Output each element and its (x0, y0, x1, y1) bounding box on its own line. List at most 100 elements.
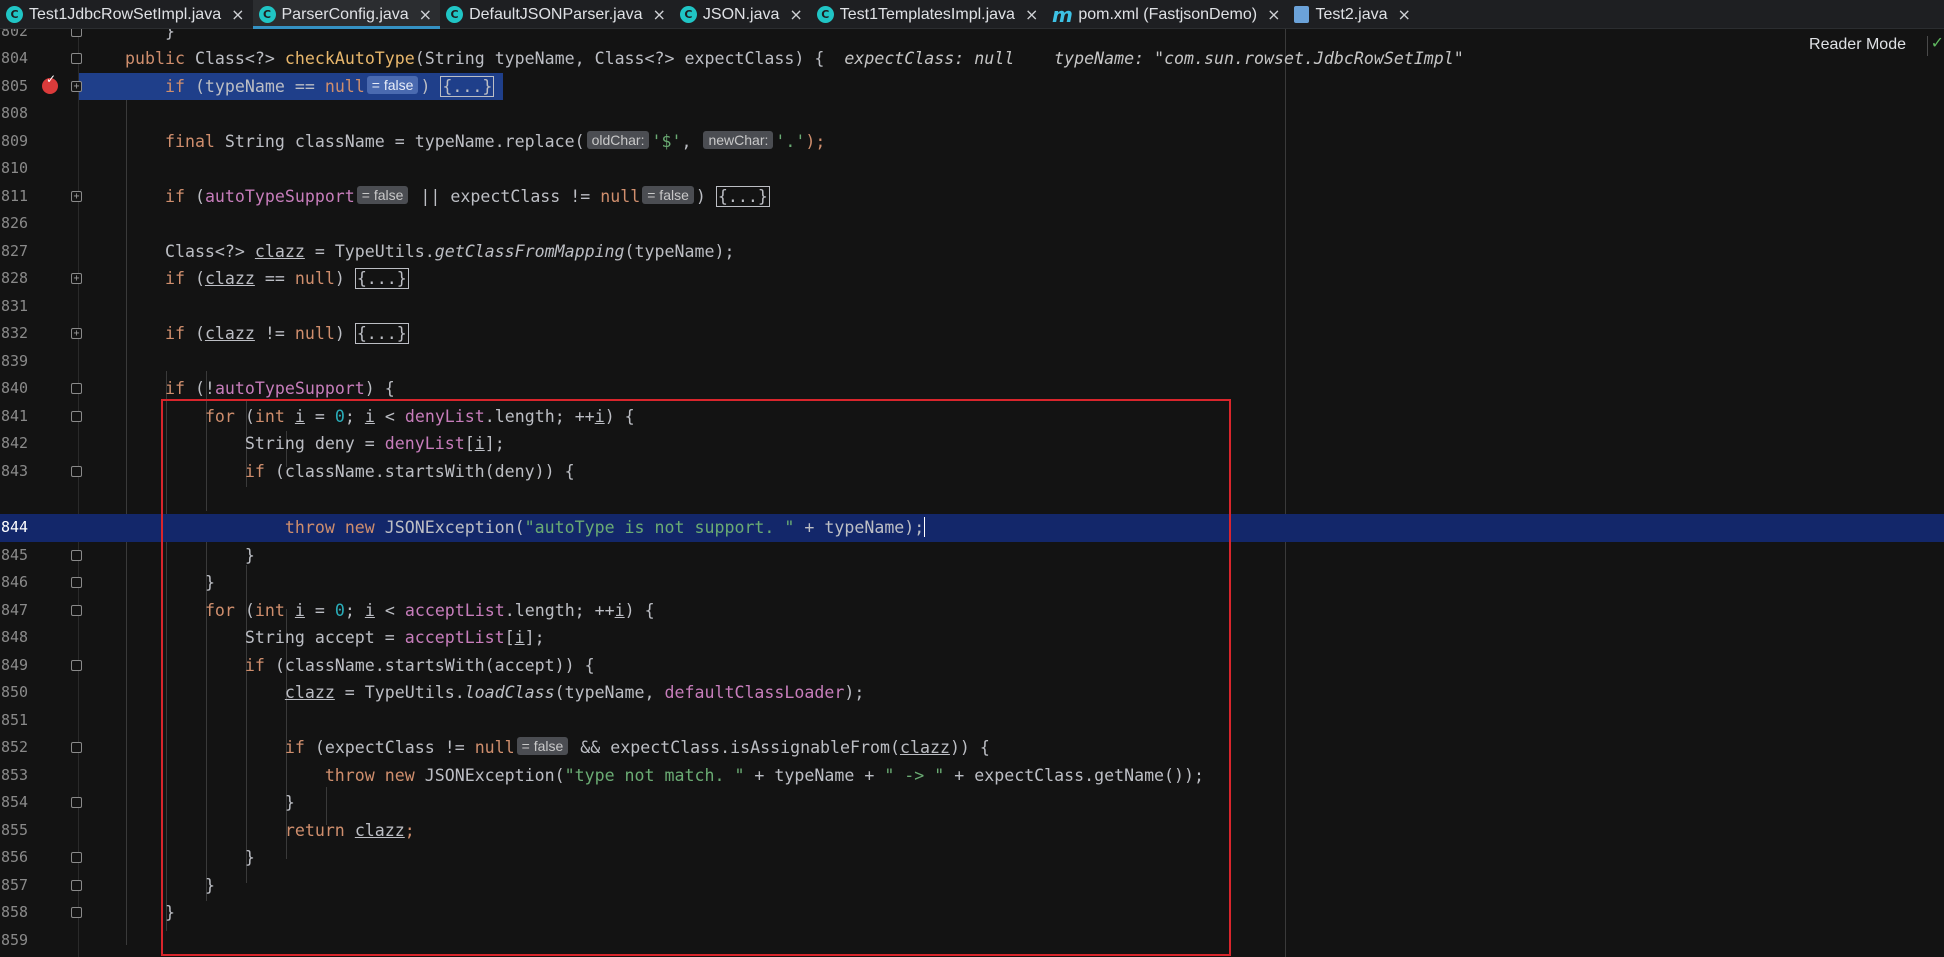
brace: } (164, 29, 175, 41)
fold-icon[interactable]: + (71, 328, 82, 339)
class-icon: C (6, 6, 23, 23)
fold-icon[interactable] (71, 465, 82, 477)
method-call: getClassFromMapping (434, 241, 625, 261)
line-number: 827 (1, 241, 29, 260)
fold-icon[interactable] (71, 604, 82, 616)
breakpoint-icon[interactable] (42, 72, 58, 94)
parameter-hint: newChar: (703, 130, 774, 149)
variable-ref: clazz (254, 241, 305, 261)
fold-end-icon[interactable] (71, 852, 82, 863)
class-icon: C (816, 6, 834, 23)
debug-inline-value: expectClass: null (844, 49, 1015, 68)
close-icon[interactable]: × (1267, 5, 1280, 24)
keyword: if (164, 379, 185, 398)
line-number: 847 (1, 600, 29, 619)
folded-code-block[interactable]: {...} (715, 185, 770, 207)
code-line: 808 (0, 100, 1944, 128)
folded-code-block[interactable]: {...} (354, 323, 409, 344)
parameter-hint: oldChar: (586, 130, 650, 149)
close-icon[interactable]: × (1398, 5, 1411, 24)
line-number: 857 (1, 875, 29, 894)
line-number: 826 (1, 214, 29, 232)
debug-inline-value: typeName: "com.sun.rowset.JdbcRowSetImpl… (1054, 49, 1464, 68)
fold-icon[interactable]: + (71, 190, 82, 202)
tab-label: ParserConfig.java (281, 5, 409, 23)
line-number: 858 (1, 903, 29, 921)
line-number: 859 (1, 930, 29, 949)
folded-code-block[interactable]: {...} (354, 268, 409, 289)
code-fragment: == (254, 269, 295, 288)
type: Class<?> (194, 49, 275, 68)
line-number: 831 (1, 296, 29, 315)
line-number: 828 (1, 269, 29, 287)
tab-pom-xml[interactable]: m pom.xml (FastjsonDemo) × (1046, 0, 1288, 29)
line-number: 849 (1, 655, 29, 674)
code-fragment: != (254, 324, 295, 343)
code-line: 828 + if (clazz == null) {...} (0, 265, 1944, 293)
fold-icon[interactable] (71, 53, 82, 64)
field-ref: autoTypeSupport (214, 379, 365, 398)
code-fragment: (typeName == (184, 76, 325, 96)
code-fragment: ); (805, 131, 826, 151)
code-fragment: || expectClass != (410, 186, 601, 206)
code-line: 826 (0, 210, 1944, 238)
fold-icon[interactable] (71, 742, 82, 753)
code-line-breakpoint: 805 + if (typeName == null= false) {...} (0, 72, 1944, 100)
fold-icon[interactable] (71, 410, 82, 422)
code-line: 832 + if (clazz != null) {...} (0, 320, 1944, 348)
line-number: 852 (1, 738, 29, 756)
code-line: 809 final String className = typeName.re… (0, 128, 1944, 156)
line-number: 841 (1, 406, 29, 425)
tab-test1jdbcrowsetimpl[interactable]: C Test1JdbcRowSetImpl.java × (0, 0, 253, 29)
line-number: 848 (1, 628, 29, 646)
code-text: if (clazz != null) {...} (125, 320, 409, 348)
line-number: 839 (1, 351, 29, 370)
tab-json[interactable]: C JSON.java × (674, 0, 811, 29)
code-fragment: ) (334, 324, 355, 343)
line-number: 853 (1, 765, 29, 784)
folded-code-block[interactable]: {...} (440, 75, 495, 97)
line-number: 810 (1, 159, 29, 177)
code-editor[interactable]: Reader Mode ✓ 802 } 804 public Class<?> … (0, 29, 1944, 957)
fold-end-icon[interactable] (71, 879, 82, 891)
code-text: if (autoTypeSupport = false || expectClas… (125, 183, 770, 211)
tab-test2[interactable]: Test2.java × (1288, 0, 1418, 29)
fold-end-icon[interactable] (71, 907, 82, 918)
tab-parserconfig[interactable]: C ParserConfig.java × (252, 0, 441, 29)
fold-end-icon[interactable] (71, 577, 82, 588)
close-icon[interactable]: × (789, 5, 802, 24)
fold-icon[interactable] (71, 383, 82, 394)
string-literal: '$' (651, 131, 682, 151)
code-fragment: , (681, 131, 702, 151)
inline-value-hint: = false (642, 185, 694, 204)
code-line: 827 Class<?> clazz = TypeUtils.getClassF… (0, 238, 1944, 266)
code-text: final String className = typeName.replac… (125, 128, 825, 156)
fold-end-icon[interactable] (71, 549, 82, 561)
line-number: 845 (1, 545, 29, 564)
fold-icon[interactable]: + (71, 80, 82, 92)
line-number: 809 (1, 131, 29, 150)
tab-test1templatesimpl[interactable]: C Test1TemplatesImpl.java × (811, 0, 1047, 29)
close-icon[interactable]: × (652, 5, 665, 24)
keyword: null (324, 76, 365, 96)
line-number: 802 (1, 29, 29, 40)
fold-icon[interactable]: + (71, 273, 82, 284)
fold-end-icon[interactable] (71, 29, 82, 37)
fold-end-icon[interactable] (71, 797, 82, 808)
keyword: final (164, 131, 215, 151)
code-fragment: ) { (364, 379, 395, 398)
close-icon[interactable]: × (419, 5, 432, 24)
class-icon: C (446, 6, 464, 23)
keyword: if (164, 324, 185, 343)
variable-ref: clazz (204, 324, 255, 343)
keyword: null (294, 269, 335, 288)
tab-defaultjsonparser[interactable]: C DefaultJSONParser.java × (440, 0, 674, 29)
keyword: if (164, 186, 185, 206)
code-fragment: (! (184, 379, 215, 398)
class-icon: C (679, 6, 697, 23)
close-icon[interactable]: × (1025, 5, 1038, 24)
keyword: null (294, 324, 335, 343)
close-icon[interactable]: × (231, 5, 244, 24)
fold-icon[interactable] (71, 659, 82, 671)
tab-label: Test2.java (1315, 5, 1388, 23)
